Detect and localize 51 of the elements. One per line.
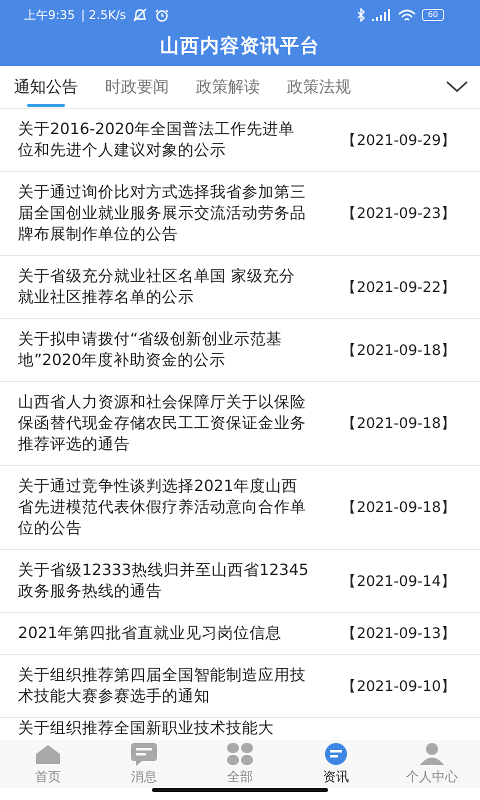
article-title: 关于组织推荐全国新职业技术技能大 [18, 719, 275, 738]
nav-label: 资讯 [323, 769, 349, 786]
article-date: 【2021-09-13】 [342, 625, 456, 643]
article-date: 【2021-09-18】 [342, 499, 456, 517]
category-tab[interactable]: 通知公告 [14, 66, 78, 108]
category-tab[interactable]: 政策解读 [196, 66, 260, 108]
article-row[interactable]: 关于省级12333热线归并至山西省12345政务服务热线的通告 【2021-09-14】 [0, 550, 480, 613]
bluetooth-icon [356, 8, 366, 22]
article-row[interactable]: 关于组织推荐第四届全国智能制造应用技术技能大赛参赛选手的通知 【2021-09-10】 [0, 655, 480, 718]
article-row[interactable]: 关于通过询价比对方式选择我省参加第三届全国创业就业服务展示交流活动劳务品牌布展制作单位的公告 【2021-09-23】 [0, 172, 480, 256]
article-title: 关于省级12333热线归并至山西省12345政务服务热线的通告 [18, 560, 310, 602]
battery-indicator: 60 [422, 9, 444, 21]
article-date: 【2021-09-22】 [342, 278, 456, 296]
category-tab[interactable]: 政策法规 [287, 66, 351, 108]
article-row[interactable]: 2021年第四批省直就业见习岗位信息 【2021-09-13】 [0, 613, 480, 655]
clock-time: 上午9:35 [24, 6, 75, 24]
person-icon [418, 742, 446, 766]
grid-icon [226, 742, 254, 766]
article-title: 关于通过询价比对方式选择我省参加第三届全国创业就业服务展示交流活动劳务品牌布展制作单位的公告 [18, 182, 307, 245]
article-date: 【2021-09-23】 [342, 205, 456, 223]
chevron-down-icon[interactable] [446, 81, 468, 93]
signal-icon [372, 9, 392, 21]
article-date: 【2021-09-29】 [342, 132, 456, 150]
nav-label: 消息 [131, 769, 157, 786]
nav-tab[interactable]: 资讯 [288, 740, 384, 788]
article-row[interactable]: 山西省人力资源和社会保障厅关于以保险保函替代现金存储农民工工资保证金业务推荐评选的通告 【2021-09-18】 [0, 382, 480, 466]
article-title: 关于通过竞争性谈判选择2021年度山西省先进模范代表休假疗养活动意向合作单位的公告 [18, 476, 307, 539]
alarm-clock-icon [154, 8, 170, 22]
article-date: 【2021-09-10】 [342, 678, 456, 696]
article-row[interactable]: 关于拟申请拨付“省级创新创业示范基地”2020年度补助资金的公示 【2021-09-18】 [0, 319, 480, 382]
article-row[interactable]: 关于省级充分就业社区名单国 家级充分就业社区推荐名单的公示 【2021-09-22】 [0, 256, 480, 319]
category-tab[interactable]: 时政要闻 [105, 66, 169, 108]
article-date: 【2021-09-18】 [342, 342, 456, 360]
article-row[interactable]: 关于2016-2020年全国普法工作先进单位和先进个人建议对象的公示 【2021-09-29】 [0, 109, 480, 172]
article-date: 【2021-09-18】 [342, 415, 456, 433]
wifi-icon [398, 8, 416, 22]
article-row[interactable]: 关于通过竞争性谈判选择2021年度山西省先进模范代表休假疗养活动意向合作单位的公告 【2021-09-18】 [0, 466, 480, 550]
article-title: 2021年第四批省直就业见习岗位信息 [18, 623, 282, 644]
article-title: 关于省级充分就业社区名单国 家级充分就业社区推荐名单的公示 [18, 266, 296, 308]
article-title: 关于拟申请拨付“省级创新创业示范基地”2020年度补助资金的公示 [18, 329, 284, 371]
article-title: 山西省人力资源和社会保障厅关于以保险保函替代现金存储农民工工资保证金业务推荐评选的通告 [18, 392, 307, 455]
article-title: 关于组织推荐第四届全国智能制造应用技术技能大赛参赛选手的通知 [18, 665, 307, 707]
home-icon [34, 742, 62, 766]
nav-label: 个人中心 [406, 769, 458, 786]
muted-bell-icon [132, 8, 148, 22]
article-date: 【2021-09-14】 [342, 572, 456, 590]
nav-label: 首页 [35, 769, 61, 786]
network-speed: | 2.5K/s [80, 8, 126, 22]
nav-label: 全部 [227, 769, 253, 786]
article-title: 关于2016-2020年全国普法工作先进单位和先进个人建议对象的公示 [18, 119, 296, 161]
app-title: 山西内容资讯平台 [159, 34, 321, 59]
